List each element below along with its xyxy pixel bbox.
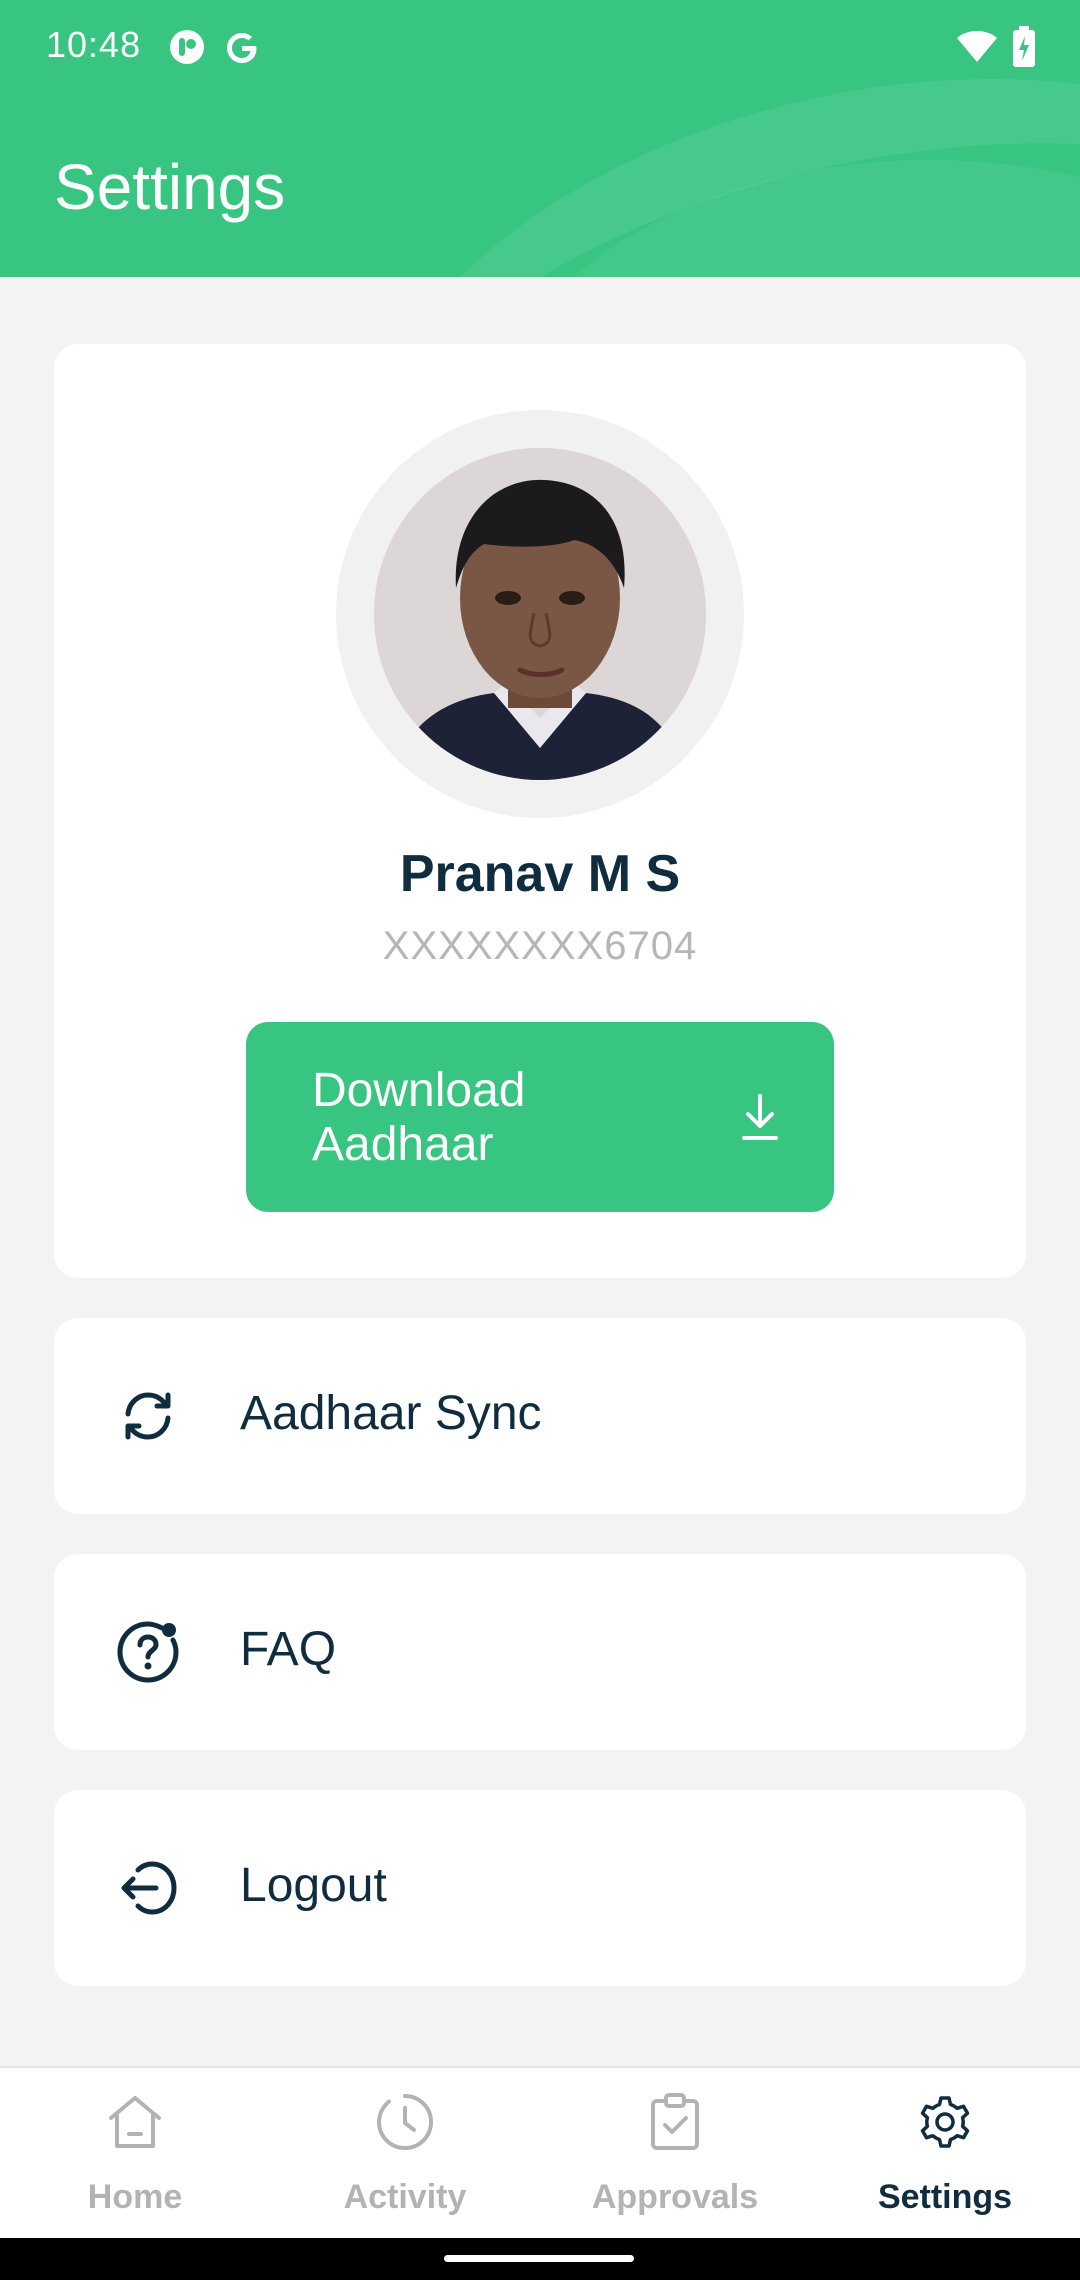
battery-charging-icon	[1013, 26, 1035, 67]
nav-activity[interactable]: Activity	[270, 2068, 540, 2240]
profile-name: Pranav M S	[399, 845, 681, 903]
nav-approvals-label: Approvals	[591, 2178, 759, 2216]
status-time: 10:48	[46, 24, 142, 65]
bottom-navigation: Home Activity Approvals Settings	[0, 2066, 1080, 2238]
system-gesture-bar	[0, 2238, 1080, 2280]
home-icon	[109, 2096, 161, 2148]
gear-icon	[920, 2096, 970, 2148]
aadhaar-number: XXXXXXXX6704	[382, 924, 698, 968]
nav-settings-label: Settings	[877, 2178, 1013, 2216]
download-icon	[742, 1094, 778, 1140]
app-notification-icon	[170, 30, 204, 64]
home-gesture-handle[interactable]	[444, 2255, 634, 2262]
avatar	[374, 448, 706, 780]
nav-settings[interactable]: Settings	[810, 2068, 1080, 2240]
page-title: Settings	[54, 151, 286, 223]
profile-photo	[374, 448, 706, 780]
nav-approvals[interactable]: Approvals	[540, 2068, 810, 2240]
nav-activity-label: Activity	[343, 2178, 467, 2216]
app-header: 10:48 Settings	[0, 0, 1080, 277]
nav-home-label: Home	[87, 2178, 183, 2216]
clipboard-check-icon	[651, 2093, 699, 2150]
logout-label: Logout	[240, 1859, 387, 1912]
download-aadhaar-button[interactable]: Download Aadhaar	[246, 1022, 834, 1212]
logout-item[interactable]: Logout	[54, 1790, 1026, 1986]
faq-label: FAQ	[240, 1623, 337, 1676]
aadhaar-sync-item[interactable]: Aadhaar Sync	[54, 1318, 1026, 1514]
logout-icon	[121, 1861, 177, 1915]
profile-card: Pranav M S XXXXXXXX6704 Download Aadhaar	[54, 344, 1026, 1278]
clock-icon	[376, 2094, 434, 2151]
faq-item[interactable]: FAQ	[54, 1554, 1026, 1750]
wifi-icon	[957, 31, 997, 62]
sync-icon	[125, 1392, 171, 1440]
nav-home[interactable]: Home	[0, 2068, 270, 2240]
status-bar: 10:48	[0, 0, 1080, 96]
help-icon	[117, 1621, 179, 1683]
aadhaar-sync-label: Aadhaar Sync	[240, 1387, 542, 1440]
avatar-frame	[336, 410, 744, 818]
google-icon	[227, 33, 257, 63]
download-aadhaar-label: Download Aadhaar	[312, 1064, 526, 1171]
